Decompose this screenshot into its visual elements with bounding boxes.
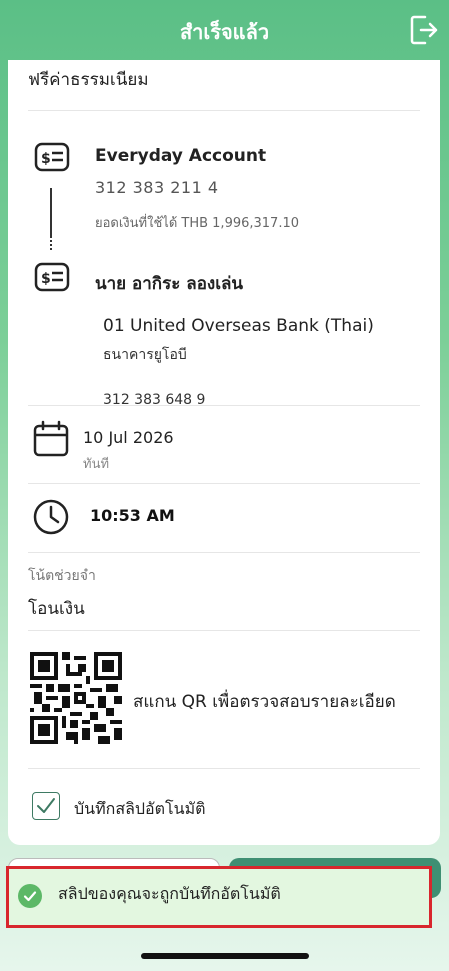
toast-text: สลิปของคุณจะถูกบันทึกอัตโนมัติ — [58, 884, 281, 903]
divider — [28, 552, 420, 553]
memo-label: โน้ตช่วยจำ — [28, 568, 96, 584]
transfer-date: 10 Jul 2026 — [83, 428, 174, 447]
svg-text:$: $ — [41, 151, 51, 167]
fee-text: ฟรีค่าธรรมเนียม — [28, 70, 149, 90]
page-title: สำเร็จแล้ว — [179, 20, 270, 44]
divider — [28, 483, 420, 484]
transfer-date-sub: ทันที — [83, 457, 110, 472]
header: สำเร็จแล้ว — [0, 0, 449, 60]
clock-icon — [32, 498, 70, 540]
toast-notification: สลิปของคุณจะถูกบันทึกอัตโนมัติ — [6, 866, 432, 928]
divider — [28, 405, 420, 406]
save-slip-checkbox[interactable] — [32, 792, 60, 820]
check-circle-icon — [18, 884, 42, 908]
qr-code — [30, 652, 122, 744]
transfer-time: 10:53 AM — [90, 506, 175, 525]
calendar-icon — [32, 420, 70, 462]
exit-icon[interactable] — [409, 14, 439, 46]
divider — [28, 110, 420, 111]
transfer-connector-dots — [50, 236, 52, 250]
home-indicator[interactable] — [141, 953, 309, 959]
divider — [28, 630, 420, 631]
recipient-bank: 01 United Overseas Bank (Thai) — [103, 316, 374, 336]
check-icon — [37, 798, 55, 813]
from-account-balance: ยอดเงินที่ใช้ได้ THB 1,996,317.10 — [95, 216, 300, 231]
recipient-name: นาย อากิระ ลองเล่น — [95, 274, 244, 294]
save-slip-label: บันทึกสลิปอัตโนมัติ — [74, 799, 206, 818]
transaction-card: ฟรีค่าธรรมเนียม $ Everyday Account 312 3… — [8, 60, 440, 845]
from-account-title: Everyday Account — [95, 146, 267, 166]
money-card-icon: $ — [34, 262, 70, 296]
transfer-connector — [50, 188, 52, 236]
money-card-icon: $ — [34, 142, 70, 176]
svg-text:$: $ — [41, 271, 51, 287]
qr-instruction: สแกน QR เพื่อตรวจสอบรายละเอียด — [133, 692, 396, 712]
memo-value: โอนเงิน — [28, 599, 85, 619]
divider — [28, 768, 420, 769]
recipient-bank-thai: ธนาคารยูโอบี — [103, 347, 187, 363]
from-account-number: 312 383 211 4 — [95, 178, 219, 197]
